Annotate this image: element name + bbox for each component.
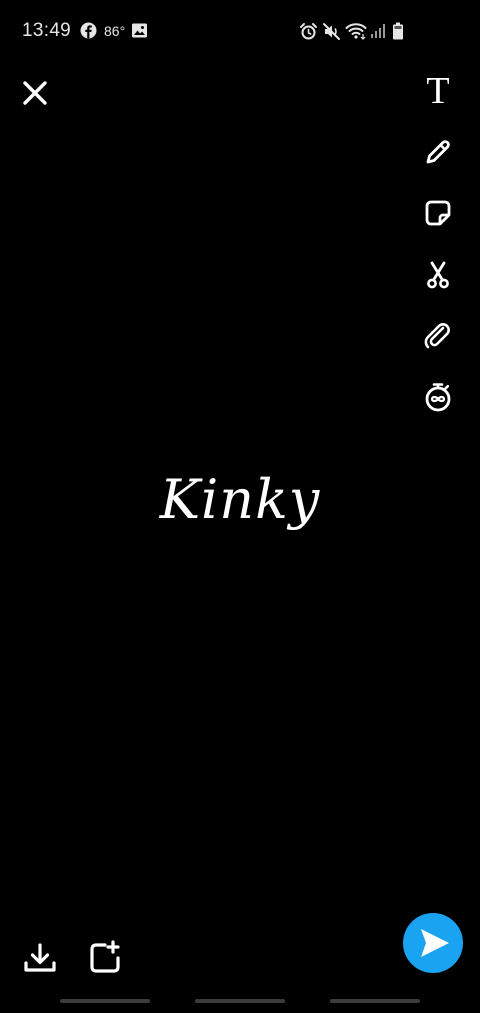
mute-icon	[322, 22, 341, 46]
download-icon	[24, 943, 56, 972]
sticker-tool-button[interactable]	[418, 193, 458, 233]
sticker-icon	[425, 200, 451, 226]
nav-handle-left	[60, 999, 150, 1003]
image-icon	[131, 22, 148, 44]
nav-handle-right	[330, 999, 420, 1003]
timer-infinity-icon	[425, 383, 451, 412]
text-tool-button[interactable]: T	[418, 71, 458, 111]
send-icon	[403, 913, 463, 973]
pencil-tool-button[interactable]	[418, 132, 458, 172]
text-icon: T	[426, 70, 450, 112]
signal-icon	[370, 22, 387, 44]
save-button[interactable]	[18, 937, 62, 981]
add-to-story-button[interactable]	[83, 936, 127, 980]
status-time: 13:49	[22, 20, 72, 41]
battery-icon	[392, 22, 404, 45]
scissors-tool-button[interactable]	[418, 255, 458, 295]
scissors-icon	[427, 261, 449, 289]
attachment-tool-button[interactable]	[418, 316, 458, 356]
facebook-icon	[80, 22, 97, 44]
status-bar: 13:49 86°	[0, 0, 480, 62]
close-button[interactable]	[19, 77, 51, 109]
alarm-icon	[299, 22, 318, 46]
add-story-icon	[90, 940, 120, 973]
temperature-indicator: 86°	[104, 23, 126, 39]
paperclip-icon	[424, 323, 450, 349]
pencil-icon	[426, 140, 450, 164]
timer-tool-button[interactable]	[418, 377, 458, 417]
nav-handle-center	[195, 999, 285, 1003]
close-icon	[23, 81, 47, 105]
caption-text[interactable]: Kinky	[0, 468, 480, 531]
send-button[interactable]	[403, 913, 463, 973]
wifi-icon	[345, 22, 367, 45]
